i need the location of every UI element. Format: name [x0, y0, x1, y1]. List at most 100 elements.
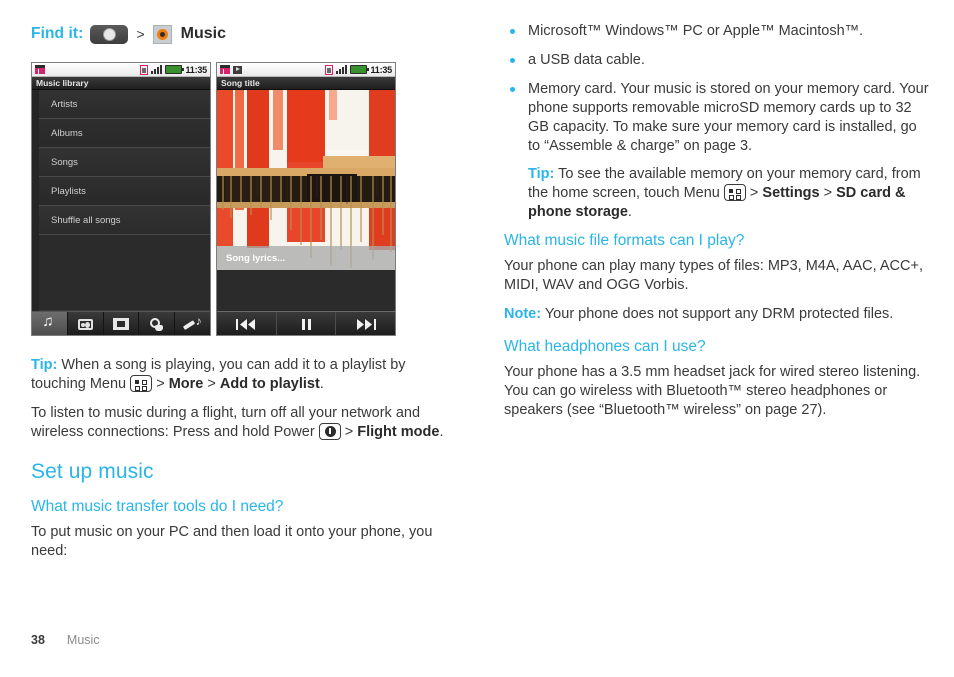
home-app-drawer-icon [90, 24, 129, 44]
menu-item-more: More [168, 376, 204, 392]
path-separator: > [344, 424, 354, 440]
status-bar-left-icons [35, 65, 140, 74]
tip-label: Tip: [528, 166, 555, 182]
album-art-image [217, 90, 395, 270]
drm-note: Note: Your phone does not support any DR… [504, 305, 929, 324]
subsection-heading-headphones: What headphones can I use? [504, 338, 706, 355]
screen-title: Song title [217, 77, 395, 90]
menu-key-icon [723, 184, 746, 201]
page-number: 38 [31, 633, 45, 647]
flight-period: . [439, 424, 444, 440]
transfer-tools-intro: To put music on your PC and then load it… [31, 524, 433, 559]
menu-key-icon [130, 375, 153, 392]
film-strip-icon [112, 318, 129, 330]
music-app-icon [152, 24, 172, 44]
player-info-area [217, 270, 395, 311]
subsection-heading-transfer-tools: What music transfer tools do I need? [31, 498, 284, 515]
status-bar-time: 11:35 [370, 64, 392, 75]
subsection-heading-file-formats: What music file formats can I play? [504, 232, 745, 249]
radio-icon [77, 318, 93, 330]
song-lyrics-label: Song lyrics... [226, 252, 286, 264]
pause-button[interactable] [277, 312, 337, 335]
next-icon [356, 318, 376, 330]
list-item-albums[interactable]: Albums [39, 119, 210, 148]
right-column: Microsoft™ Windows™ PC or Apple™ Macinto… [504, 22, 929, 430]
path-separator: > [749, 185, 759, 201]
list-item-shuffle-all-songs[interactable]: Shuffle all songs [39, 206, 210, 235]
bullet-text-usb-cable: a USB data cable. [528, 52, 645, 68]
phone-screenshot-now-playing: 11:35 Song title Song lyrics... [216, 62, 396, 336]
page-footer: 38 Music [31, 633, 100, 647]
tip-period: . [627, 204, 632, 220]
album-art: Song lyrics... [217, 90, 395, 270]
pause-icon [301, 318, 311, 330]
radio-tab[interactable] [68, 312, 104, 335]
sim-card-icon [220, 65, 230, 74]
status-bar-right-icons: 11:35 [325, 64, 392, 75]
screen-title: Music library [32, 77, 210, 90]
find-it-path: Find it: > Music [31, 22, 451, 46]
previous-button[interactable] [217, 312, 277, 335]
path-separator: > [207, 376, 216, 392]
menu-item-add-to-playlist: Add to playlist [219, 376, 320, 392]
tip-period: . [319, 376, 324, 392]
music-tab[interactable] [32, 312, 68, 335]
status-bar-time: 11:35 [185, 64, 207, 75]
note-label: Note: [504, 306, 542, 322]
path-separator-1: > [136, 26, 145, 42]
phone-screenshots: 11:35 Music library Artists Albums Songs… [31, 62, 451, 336]
list-item-playlists[interactable]: Playlists [39, 177, 210, 206]
path-separator: > [823, 185, 833, 201]
file-formats-paragraph: Your phone can play many types of files:… [504, 258, 923, 293]
next-button[interactable] [336, 312, 395, 335]
signal-bars-icon [336, 65, 348, 74]
music-library-list: Artists Albums Songs Playlists Shuffle a… [32, 90, 210, 311]
playing-icon [233, 65, 242, 74]
status-bar-right-icons: 11:35 [140, 64, 207, 75]
battery-icon [350, 65, 370, 74]
now-playing-body: Song lyrics... [217, 90, 395, 311]
list-item: Memory card. Your music is stored on you… [504, 80, 929, 222]
manual-page: Find it: > Music 11:35 Music library Art… [0, 0, 954, 677]
note-text: Your phone does not support any DRM prot… [544, 306, 894, 322]
phone-screenshot-music-library: 11:35 Music library Artists Albums Songs… [31, 62, 211, 336]
online-tab[interactable] [139, 312, 176, 335]
music-note-icon [41, 314, 57, 331]
microphone-note-icon [185, 315, 202, 331]
flight-mode-paragraph: To listen to music during a flight, turn… [31, 404, 451, 442]
bullet-text-memory-card: Memory card. Your music is stored on you… [528, 81, 929, 154]
find-it-target-label: Music [180, 25, 226, 42]
status-bar-left-icons [220, 65, 325, 74]
path-separator: > [156, 376, 165, 392]
tip-add-to-playlist: Tip: When a song is playing, you can add… [31, 356, 451, 394]
headphones-paragraph: Your phone has a 3.5 mm headset jack for… [504, 364, 921, 418]
list-item-artists[interactable]: Artists [39, 90, 210, 119]
recorder-tab[interactable] [175, 312, 210, 335]
videos-tab[interactable] [104, 312, 140, 335]
power-key-icon [318, 423, 341, 440]
sim-signal-icon [325, 64, 334, 75]
previous-icon [236, 318, 256, 330]
list-item: Microsoft™ Windows™ PC or Apple™ Macinto… [504, 22, 929, 41]
globe-video-icon [150, 317, 164, 331]
section-heading-set-up-music: Set up music [31, 460, 154, 483]
tip-label: Tip: [31, 357, 58, 373]
find-it-label: Find it: [31, 25, 84, 42]
sim-card-icon [35, 65, 45, 74]
bullet-text-computer: Microsoft™ Windows™ PC or Apple™ Macinto… [528, 23, 864, 39]
menu-item-settings: Settings [762, 185, 820, 201]
tip-text: When a song is playing, you can add it t… [31, 357, 406, 392]
app-tab-bar [32, 311, 210, 335]
list-item-songs[interactable]: Songs [39, 148, 210, 177]
left-column: Find it: > Music 11:35 Music library Art… [31, 22, 451, 571]
menu-item-flight-mode: Flight mode [357, 424, 440, 440]
footer-section-label: Music [66, 633, 100, 647]
status-bar: 11:35 [32, 63, 210, 77]
signal-bars-icon [151, 65, 163, 74]
status-bar: 11:35 [217, 63, 395, 77]
tip-memory-storage: Tip: To see the available memory on your… [528, 165, 929, 222]
song-lyrics-bar[interactable]: Song lyrics... [217, 246, 395, 270]
list-item: a USB data cable. [504, 51, 929, 70]
list-empty-area [39, 235, 210, 311]
requirements-list: Microsoft™ Windows™ PC or Apple™ Macinto… [504, 22, 929, 222]
